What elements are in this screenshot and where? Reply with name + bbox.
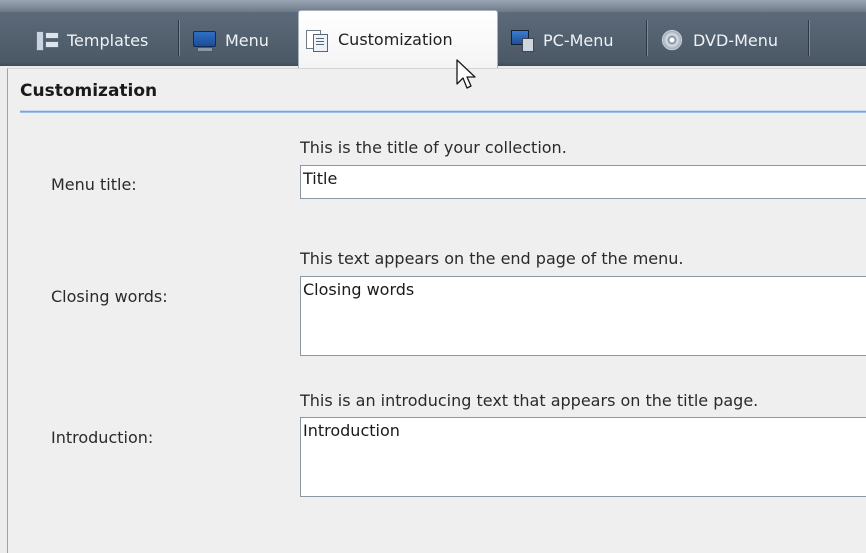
tab-dvd-menu[interactable]: DVD-Menu xyxy=(650,14,810,66)
menu-title-hint: This is the title of your collection. xyxy=(300,138,567,157)
tab-templates[interactable]: Templates xyxy=(24,14,176,66)
customization-panel: Customization This is the title of your … xyxy=(7,68,866,553)
menu-title-label: Menu title: xyxy=(51,175,137,194)
tab-separator xyxy=(646,20,647,56)
introduction-hint: This is an introducing text that appears… xyxy=(300,391,759,410)
section-divider xyxy=(20,110,866,113)
mouse-pointer-icon xyxy=(456,59,476,89)
customization-icon xyxy=(305,29,329,52)
tab-strip: Templates Menu Customization PC-Menu DVD… xyxy=(0,0,866,68)
tab-menu-label: Menu xyxy=(225,30,269,50)
tab-dvd-menu-label: DVD-Menu xyxy=(693,30,779,50)
menu-icon xyxy=(192,29,216,52)
introduction-textarea[interactable]: Introduction xyxy=(300,417,866,497)
tab-separator xyxy=(808,20,809,56)
tab-separator xyxy=(178,20,179,56)
introduction-label: Introduction: xyxy=(51,428,154,447)
tab-pc-menu-label: PC-Menu xyxy=(543,30,614,50)
tab-pc-menu[interactable]: PC-Menu xyxy=(500,14,642,66)
customization-window: Templates Menu Customization PC-Menu DVD… xyxy=(0,0,866,553)
tab-menu[interactable]: Menu xyxy=(182,14,294,66)
tab-templates-label: Templates xyxy=(67,30,149,50)
menu-title-input[interactable]: Title xyxy=(300,165,866,199)
closing-words-label: Closing words: xyxy=(51,287,168,306)
dvd-menu-icon xyxy=(660,29,684,51)
pc-menu-icon xyxy=(510,29,534,52)
templates-icon xyxy=(34,29,59,51)
section-title: Customization xyxy=(20,81,158,101)
closing-words-textarea[interactable]: Closing words xyxy=(300,276,866,356)
tab-customization-label: Customization xyxy=(338,30,453,49)
closing-words-hint: This text appears on the end page of the… xyxy=(300,249,684,268)
